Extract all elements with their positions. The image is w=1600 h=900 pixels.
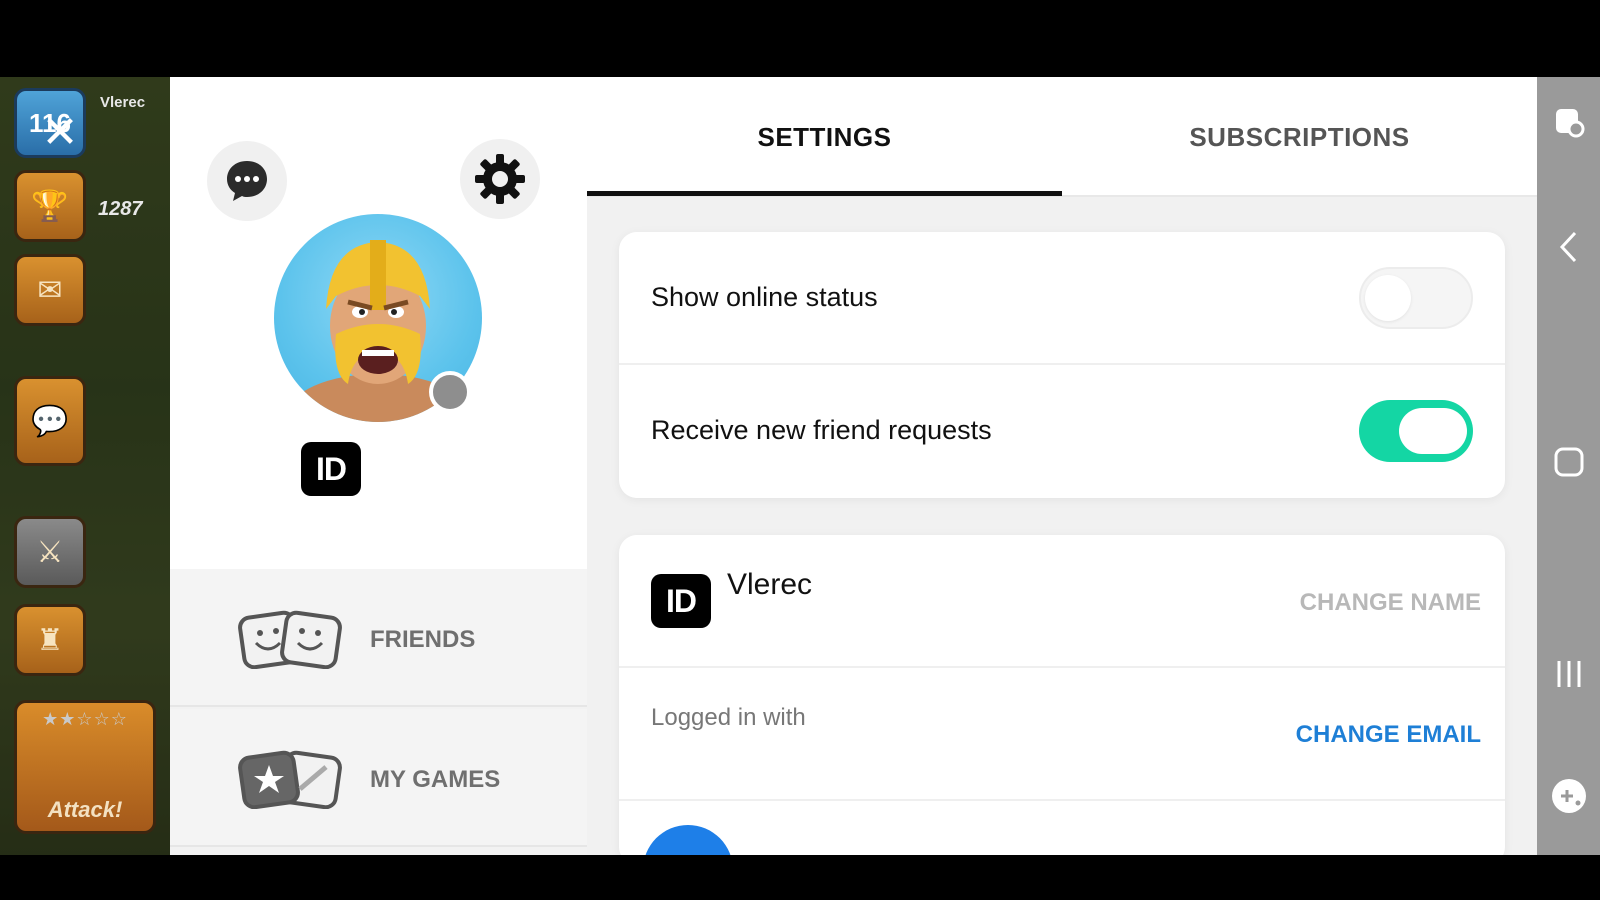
setting-row-online-status: Show online status	[619, 232, 1505, 365]
assistant-touch-icon[interactable]	[1537, 97, 1600, 147]
friend-requests-toggle[interactable]	[1359, 400, 1473, 462]
account-id-badge: ID	[651, 574, 711, 628]
letterbox-bottom	[0, 855, 1600, 900]
nav-my-games-label: MY GAMES	[370, 766, 501, 793]
nav-friends[interactable]: FRIENDS	[170, 569, 587, 707]
mail-icon: ✉	[14, 254, 86, 326]
friends-masks-icon	[238, 610, 342, 669]
attack-label: Attack!	[47, 797, 123, 822]
battle-swords-icon: ⚔	[14, 516, 86, 588]
online-status-toggle[interactable]	[1359, 267, 1473, 329]
nav-my-games[interactable]: MY GAMES	[170, 709, 587, 847]
setting-row-friend-requests: Receive new friend requests	[619, 365, 1505, 498]
id-badge: ID	[301, 442, 361, 496]
system-nav-strip	[1537, 77, 1600, 855]
tab-subscriptions[interactable]: SUBSCRIPTIONS	[1062, 77, 1537, 197]
toggle-knob	[1399, 408, 1467, 454]
chat-bubble-icon	[227, 161, 267, 201]
attack-button: ★★☆☆☆ Attack!	[14, 700, 156, 834]
recent-apps-icon[interactable]	[1537, 649, 1600, 699]
account-name: Vlerec	[727, 568, 813, 601]
letterbox-top	[0, 0, 1600, 77]
online-status-indicator	[429, 371, 471, 413]
back-chevron-icon[interactable]	[1537, 223, 1600, 271]
chat-button[interactable]	[207, 141, 287, 221]
game-player-name: Vlerec	[100, 94, 146, 111]
logged-in-label: Logged in with	[651, 704, 806, 731]
friend-requests-label: Receive new friend requests	[651, 415, 992, 445]
tab-settings[interactable]: SETTINGS	[587, 77, 1062, 197]
change-name-link[interactable]: CHANGE NAME	[1300, 589, 1481, 617]
nav-friends-label: FRIENDS	[370, 626, 476, 653]
close-icon[interactable]: ✕	[40, 111, 80, 155]
army-icon: ♜	[14, 604, 86, 676]
game-tools-icon[interactable]	[1537, 771, 1600, 821]
settings-button[interactable]	[460, 139, 540, 219]
online-status-label: Show online status	[651, 282, 878, 312]
toggle-knob	[1365, 275, 1411, 321]
account-email-row: Logged in with CHANGE EMAIL	[619, 668, 1505, 801]
game-chat-icon: 💬	[14, 376, 86, 466]
attack-stars: ★★☆☆☆	[42, 709, 128, 729]
account-card: ID Vlerec CHANGE NAME Logged in with CHA…	[619, 535, 1505, 865]
active-tab-indicator	[587, 191, 1062, 196]
tab-bar: SETTINGS SUBSCRIPTIONS	[587, 77, 1537, 197]
profile-panel: ID FRIENDS MY GAMES	[170, 77, 587, 855]
change-email-link[interactable]: CHANGE EMAIL	[1296, 721, 1481, 749]
games-cards-icon	[238, 750, 342, 809]
account-name-row: ID Vlerec CHANGE NAME	[619, 535, 1505, 668]
settings-area: SETTINGS SUBSCRIPTIONS Show online statu…	[587, 77, 1537, 865]
privacy-settings-card: Show online status Receive new friend re…	[619, 232, 1505, 498]
gear-icon	[475, 154, 525, 204]
trophy-icon: 🏆	[14, 170, 86, 242]
trophy-count: 1287	[98, 198, 143, 220]
profile-header: ID	[170, 77, 587, 569]
home-square-icon[interactable]	[1537, 437, 1600, 487]
